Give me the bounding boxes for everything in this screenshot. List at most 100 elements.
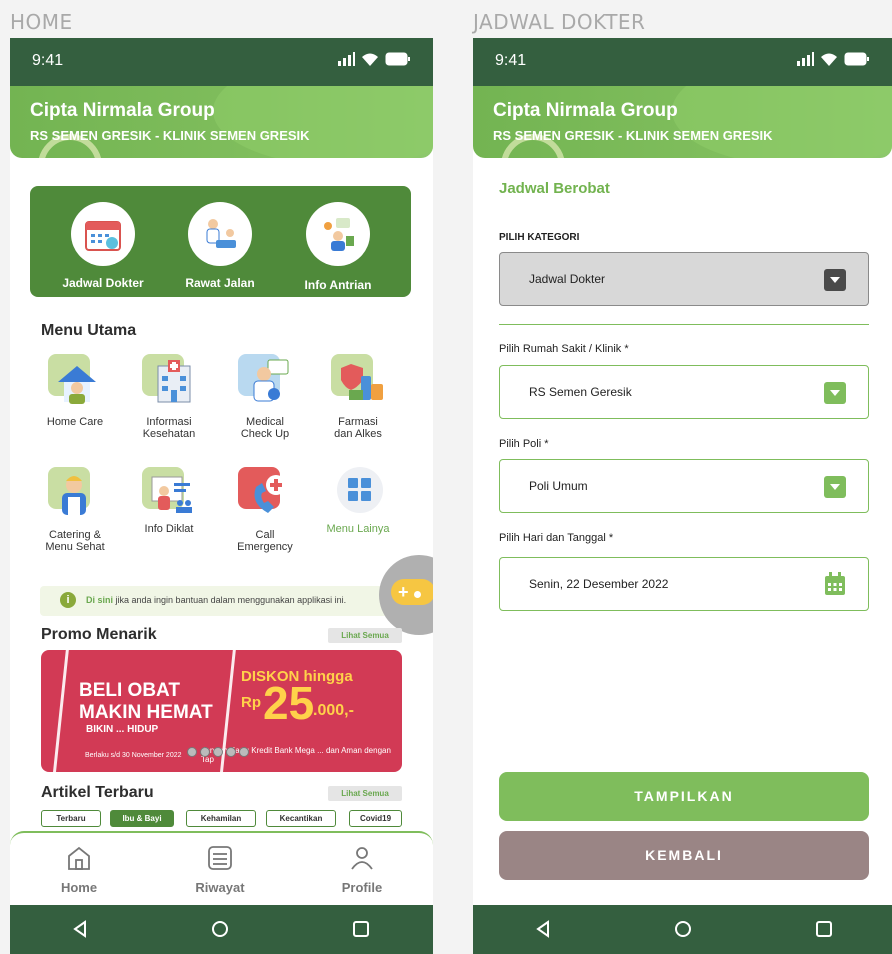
promo-title: Promo Menarik — [41, 626, 157, 643]
menu-info-diklat[interactable]: Info Diklat — [129, 467, 209, 535]
promo-currency: Rp — [241, 694, 261, 711]
promo-banner[interactable]: BELI OBAT MAKIN HEMAT BIKIN ... HIDUP DIS… — [41, 650, 402, 772]
menu-lainya[interactable]: Menu Lainya — [318, 467, 398, 535]
promo-amount: 25 — [263, 677, 315, 729]
date-value: Senin, 22 Desember 2022 — [529, 577, 669, 591]
grid-menu-icon — [331, 467, 385, 519]
menu-label: Home Care — [46, 416, 104, 428]
back-triangle-icon[interactable] — [70, 919, 90, 939]
home-phone: 9:41 Cipta Nirmala Group RS SEMEN GRESIK… — [10, 38, 433, 954]
calendar-icon[interactable] — [824, 572, 846, 596]
menu-farmasi-alkes[interactable]: Farmasi dan Alkes — [318, 354, 398, 440]
tag-terbaru[interactable]: Terbaru — [41, 810, 101, 827]
wifi-icon — [821, 53, 837, 66]
home-care-icon — [48, 354, 102, 406]
menu-label: Catering & Menu Sehat — [45, 529, 105, 553]
bottom-nav: Home Riwayat Profile — [10, 831, 433, 905]
quick-info-antrian[interactable]: Info Antrian — [283, 202, 393, 292]
calendar-icon — [71, 202, 135, 266]
menu-home-care[interactable]: Home Care — [35, 354, 115, 428]
home-circle-icon[interactable] — [210, 919, 230, 939]
app-subtitle: RS SEMEN GRESIK - KLINIK SEMEN GRESIK — [30, 128, 310, 143]
signal-icon — [797, 52, 814, 66]
article-see-all-link[interactable]: Lihat Semua — [328, 786, 402, 801]
category-label: PILIH KATEGORI — [499, 232, 580, 243]
hospital-label: Pilih Rumah Sakit / Klinik * — [499, 343, 629, 355]
battery-icon — [385, 52, 410, 66]
promo-headline: BELI OBAT MAKIN HEMAT — [79, 680, 213, 723]
menu-call-emergency[interactable]: Call Emergency — [225, 467, 305, 553]
recents-square-icon[interactable] — [351, 919, 371, 939]
app-title: Cipta Nirmala Group — [30, 100, 215, 121]
header-wave — [672, 86, 892, 158]
game-fab[interactable]: + — [379, 555, 433, 635]
menu-medical-check-up[interactable]: Medical Check Up — [225, 354, 305, 440]
status-bar: 9:41 — [10, 38, 433, 86]
help-banner[interactable]: i Di sini jika anda ingin bantuan dalam … — [40, 586, 402, 616]
recents-square-icon[interactable] — [814, 919, 834, 939]
carousel-dots[interactable] — [187, 747, 249, 757]
info-icon: i — [60, 592, 76, 608]
poli-value: Poli Umum — [529, 479, 588, 493]
category-select[interactable]: Jadwal Dokter — [499, 252, 869, 306]
help-text: Di sini jika anda ingin bantuan dalam me… — [86, 595, 347, 605]
app-header: Cipta Nirmala Group RS SEMEN GRESIK - KL… — [10, 86, 433, 158]
poli-label: Pilih Poli * — [499, 438, 549, 450]
header-wave — [213, 86, 433, 158]
emergency-call-icon — [238, 467, 292, 519]
date-field[interactable]: Senin, 22 Desember 2022 — [499, 557, 869, 611]
nav-home[interactable]: Home — [29, 845, 129, 895]
tag-ibu-bayi[interactable]: Ibu & Bayi — [110, 810, 174, 827]
history-icon — [208, 846, 232, 870]
signal-icon — [338, 52, 355, 66]
menu-label: Farmasi dan Alkes — [334, 416, 382, 440]
form-divider — [499, 324, 869, 325]
jadwal-screen-title: JADWAL DOKTER — [473, 10, 646, 34]
home-circle-icon[interactable] — [673, 919, 693, 939]
training-icon — [142, 467, 196, 519]
battery-icon — [844, 52, 869, 66]
app-header: Cipta Nirmala Group RS SEMEN GRESIK - KL… — [473, 86, 892, 158]
hospital-select[interactable]: RS Semen Geresik — [499, 365, 869, 419]
help-link[interactable]: Di sini — [86, 595, 113, 605]
hospital-icon — [142, 354, 196, 406]
article-title: Artikel Terbaru — [41, 784, 154, 801]
tampilkan-button[interactable]: TAMPILKAN — [499, 772, 869, 821]
back-triangle-icon[interactable] — [533, 919, 553, 939]
profile-icon — [351, 847, 373, 870]
menu-label: Info Diklat — [144, 523, 194, 535]
menu-label: Call Emergency — [237, 529, 293, 553]
quick-label: Jadwal Dokter — [62, 276, 144, 290]
queue-info-icon — [306, 202, 370, 266]
menu-utama-title: Menu Utama — [41, 322, 137, 339]
promo-tagline: BIKIN ... HIDUP — [86, 724, 159, 735]
doctor-patient-icon — [188, 202, 252, 266]
jadwal-phone: 9:41 Cipta Nirmala Group RS SEMEN GRESIK… — [473, 38, 892, 954]
home-icon — [68, 846, 90, 870]
system-nav-bar — [10, 905, 433, 954]
gamepad-icon: + — [391, 579, 433, 605]
quick-rawat-jalan[interactable]: Rawat Jalan — [165, 202, 275, 290]
home-screen-title: HOME — [10, 10, 73, 34]
nav-profile[interactable]: Profile — [312, 845, 412, 895]
status-time: 9:41 — [32, 52, 64, 69]
menu-informasi-kesehatan[interactable]: Informasi Kesehatan — [129, 354, 209, 440]
promo-see-all-link[interactable]: Lihat Semua — [328, 628, 402, 643]
app-title: Cipta Nirmala Group — [493, 100, 678, 121]
nav-riwayat[interactable]: Riwayat — [170, 845, 270, 895]
quick-jadwal-dokter[interactable]: Jadwal Dokter — [48, 202, 158, 290]
hospital-value: RS Semen Geresik — [529, 385, 632, 399]
tag-kehamilan[interactable]: Kehamilan — [186, 810, 256, 827]
promo-suffix: .000,- — [313, 702, 354, 719]
kembali-button[interactable]: KEMBALI — [499, 831, 869, 880]
tag-kecantikan[interactable]: Kecantikan — [266, 810, 336, 827]
menu-catering[interactable]: Catering & Menu Sehat — [35, 467, 115, 553]
quick-label: Rawat Jalan — [185, 276, 255, 290]
system-nav-bar — [473, 905, 892, 954]
chevron-down-icon — [824, 476, 846, 498]
quick-actions-card: Jadwal Dokter Rawat Jalan Info Antrian — [30, 186, 411, 297]
tag-covid19[interactable]: Covid19 — [349, 810, 402, 827]
status-bar: 9:41 — [473, 38, 892, 86]
menu-label: Menu Lainya — [326, 523, 390, 535]
poli-select[interactable]: Poli Umum — [499, 459, 869, 513]
